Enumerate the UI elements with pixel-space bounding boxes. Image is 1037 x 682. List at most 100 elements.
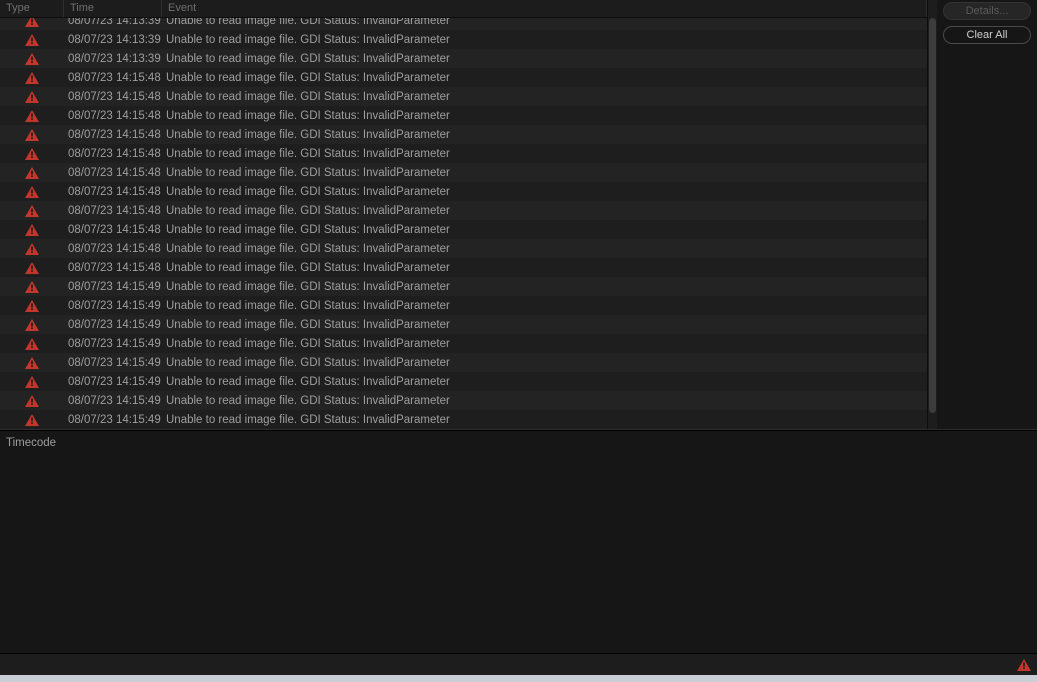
row-time: 08/07/23 14:15:49 xyxy=(64,319,162,331)
row-event: Unable to read image file. GDI Status: I… xyxy=(162,262,927,274)
table-row[interactable]: 08/07/23 14:15:49Unable to read image fi… xyxy=(0,296,927,315)
row-event: Unable to read image file. GDI Status: I… xyxy=(162,376,927,388)
timecode-panel: Timecode xyxy=(0,430,1037,653)
row-time: 08/07/23 14:13:39 xyxy=(64,53,162,65)
vertical-scrollbar[interactable] xyxy=(927,0,937,429)
row-time: 08/07/23 14:15:48 xyxy=(64,110,162,122)
warning-icon xyxy=(0,18,64,27)
col-header-type[interactable]: Type xyxy=(0,0,64,17)
table-row[interactable]: 08/07/23 14:15:48Unable to read image fi… xyxy=(0,220,927,239)
warning-icon xyxy=(0,148,64,160)
table-row[interactable]: 08/07/23 14:15:49Unable to read image fi… xyxy=(0,353,927,372)
col-header-event[interactable]: Event xyxy=(162,0,927,17)
warning-icon xyxy=(0,357,64,369)
event-rows-viewport: 08/07/23 14:13:39Unable to read image fi… xyxy=(0,18,927,429)
event-log: Type Time Event 08/07/23 14:13:39Unable … xyxy=(0,0,927,429)
warning-icon xyxy=(0,395,64,407)
bottom-strip xyxy=(0,675,1037,682)
row-event: Unable to read image file. GDI Status: I… xyxy=(162,395,927,407)
clear-all-button[interactable]: Clear All xyxy=(943,26,1031,44)
table-row[interactable]: 08/07/23 14:15:48Unable to read image fi… xyxy=(0,87,927,106)
table-row[interactable]: 08/07/23 14:15:49Unable to read image fi… xyxy=(0,277,927,296)
row-time: 08/07/23 14:15:48 xyxy=(64,72,162,84)
warning-icon xyxy=(0,205,64,217)
table-row[interactable]: 08/07/23 14:15:48Unable to read image fi… xyxy=(0,144,927,163)
warning-icon xyxy=(0,186,64,198)
row-time: 08/07/23 14:15:48 xyxy=(64,224,162,236)
col-header-time[interactable]: Time xyxy=(64,0,162,17)
table-row[interactable]: 08/07/23 14:15:48Unable to read image fi… xyxy=(0,68,927,87)
table-row[interactable]: 08/07/23 14:15:48Unable to read image fi… xyxy=(0,106,927,125)
row-time: 08/07/23 14:15:48 xyxy=(64,262,162,274)
row-time: 08/07/23 14:15:48 xyxy=(64,148,162,160)
table-row[interactable]: 08/07/23 14:15:48Unable to read image fi… xyxy=(0,182,927,201)
table-row[interactable]: 08/07/23 14:15:48Unable to read image fi… xyxy=(0,201,927,220)
row-time: 08/07/23 14:15:48 xyxy=(64,243,162,255)
row-time: 08/07/23 14:15:48 xyxy=(64,186,162,198)
table-row[interactable]: 08/07/23 14:15:48Unable to read image fi… xyxy=(0,239,927,258)
table-row[interactable]: 08/07/23 14:15:48Unable to read image fi… xyxy=(0,258,927,277)
warning-icon xyxy=(0,224,64,236)
row-time: 08/07/23 14:15:49 xyxy=(64,414,162,426)
warning-icon xyxy=(0,243,64,255)
table-row[interactable]: 08/07/23 14:15:48Unable to read image fi… xyxy=(0,125,927,144)
table-row[interactable]: 08/07/23 14:13:39Unable to read image fi… xyxy=(0,49,927,68)
row-time: 08/07/23 14:15:49 xyxy=(64,281,162,293)
warning-icon xyxy=(0,167,64,179)
warning-icon[interactable] xyxy=(1017,659,1031,671)
row-time: 08/07/23 14:15:49 xyxy=(64,338,162,350)
row-event: Unable to read image file. GDI Status: I… xyxy=(162,186,927,198)
row-time: 08/07/23 14:15:49 xyxy=(64,300,162,312)
row-time: 08/07/23 14:15:49 xyxy=(64,357,162,369)
warning-icon xyxy=(0,34,64,46)
row-event: Unable to read image file. GDI Status: I… xyxy=(162,243,927,255)
row-event: Unable to read image file. GDI Status: I… xyxy=(162,319,927,331)
row-event: Unable to read image file. GDI Status: I… xyxy=(162,18,927,27)
table-row[interactable]: 08/07/23 14:15:49Unable to read image fi… xyxy=(0,334,927,353)
warning-icon xyxy=(0,414,64,426)
table-row[interactable]: 08/07/23 14:15:49Unable to read image fi… xyxy=(0,372,927,391)
table-row[interactable]: 08/07/23 14:15:49Unable to read image fi… xyxy=(0,315,927,334)
row-time: 08/07/23 14:13:39 xyxy=(64,18,162,27)
warning-icon xyxy=(0,129,64,141)
scroll-thumb[interactable] xyxy=(929,18,936,413)
side-buttons: Details... Clear All xyxy=(937,0,1037,429)
events-panel: Type Time Event 08/07/23 14:13:39Unable … xyxy=(0,0,1037,430)
row-time: 08/07/23 14:15:49 xyxy=(64,395,162,407)
row-time: 08/07/23 14:15:49 xyxy=(64,376,162,388)
warning-icon xyxy=(0,53,64,65)
row-event: Unable to read image file. GDI Status: I… xyxy=(162,167,927,179)
row-event: Unable to read image file. GDI Status: I… xyxy=(162,300,927,312)
warning-icon xyxy=(0,300,64,312)
warning-icon xyxy=(0,91,64,103)
table-row[interactable]: 08/07/23 14:15:48Unable to read image fi… xyxy=(0,163,927,182)
warning-icon xyxy=(0,319,64,331)
warning-icon xyxy=(0,110,64,122)
row-event: Unable to read image file. GDI Status: I… xyxy=(162,72,927,84)
row-event: Unable to read image file. GDI Status: I… xyxy=(162,414,927,426)
row-event: Unable to read image file. GDI Status: I… xyxy=(162,129,927,141)
row-time: 08/07/23 14:13:39 xyxy=(64,34,162,46)
status-bar xyxy=(0,653,1037,675)
timecode-label: Timecode xyxy=(6,437,56,449)
table-row[interactable]: 08/07/23 14:15:49Unable to read image fi… xyxy=(0,410,927,429)
warning-icon xyxy=(0,338,64,350)
table-row[interactable]: 08/07/23 14:15:49Unable to read image fi… xyxy=(0,391,927,410)
row-event: Unable to read image file. GDI Status: I… xyxy=(162,34,927,46)
row-event: Unable to read image file. GDI Status: I… xyxy=(162,110,927,122)
table-row[interactable]: 08/07/23 14:13:39Unable to read image fi… xyxy=(0,18,927,30)
row-event: Unable to read image file. GDI Status: I… xyxy=(162,53,927,65)
warning-icon xyxy=(0,72,64,84)
event-rows: 08/07/23 14:13:39Unable to read image fi… xyxy=(0,18,927,429)
row-time: 08/07/23 14:15:48 xyxy=(64,205,162,217)
row-event: Unable to read image file. GDI Status: I… xyxy=(162,357,927,369)
app-root: Type Time Event 08/07/23 14:13:39Unable … xyxy=(0,0,1037,682)
row-time: 08/07/23 14:15:48 xyxy=(64,91,162,103)
warning-icon xyxy=(0,281,64,293)
row-event: Unable to read image file. GDI Status: I… xyxy=(162,148,927,160)
table-row[interactable]: 08/07/23 14:13:39Unable to read image fi… xyxy=(0,30,927,49)
warning-icon xyxy=(0,376,64,388)
details-button: Details... xyxy=(943,2,1031,20)
row-event: Unable to read image file. GDI Status: I… xyxy=(162,205,927,217)
row-event: Unable to read image file. GDI Status: I… xyxy=(162,91,927,103)
